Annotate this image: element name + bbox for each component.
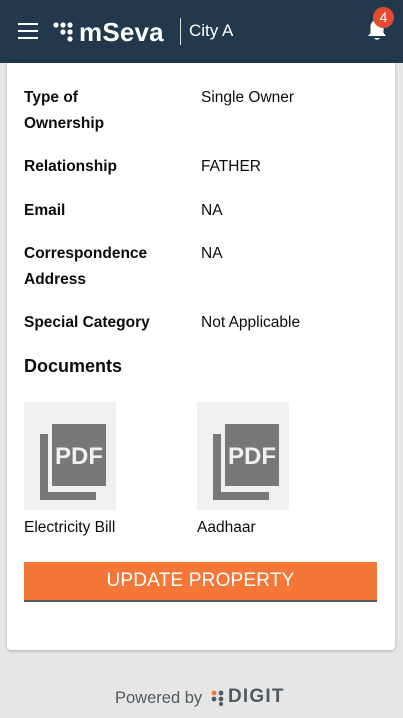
top-app-bar: mSeva City A 4 — [0, 0, 403, 63]
detail-value: Single Owner — [201, 89, 295, 106]
detail-label: Relationship — [24, 158, 118, 175]
detail-label: Special Category — [24, 314, 150, 331]
digit-logo-mark-icon — [211, 690, 224, 706]
document-electricity-bill[interactable]: PDF Electricity Bill — [24, 402, 164, 536]
document-aadhaar[interactable]: PDF Aadhaar — [197, 402, 337, 536]
document-thumbnail[interactable]: PDF — [197, 402, 289, 510]
detail-value: NA — [201, 245, 223, 262]
header-divider — [180, 18, 181, 45]
pdf-icon: PDF — [40, 424, 106, 500]
mseva-logo-mark-icon — [53, 22, 73, 42]
pdf-icon: PDF — [213, 424, 279, 500]
svg-text:PDF: PDF — [228, 443, 276, 470]
mseva-logo: mSeva — [53, 17, 164, 47]
footer: Powered by DIGIT — [0, 686, 403, 712]
notification-count-badge: 4 — [373, 7, 394, 28]
detail-label-line: Type of — [24, 89, 78, 106]
detail-label-line: Address — [24, 271, 87, 288]
digit-brand-text: DIGIT — [228, 686, 285, 707]
detail-label-line: Ownership — [24, 115, 105, 132]
detail-label: Type of Ownership — [24, 85, 184, 137]
document-name: Electricity Bill — [24, 519, 116, 536]
detail-label: Correspondence Address — [24, 241, 184, 293]
document-thumbnail[interactable]: PDF — [24, 402, 116, 510]
detail-value: NA — [201, 202, 223, 219]
powered-by-text: Powered by — [115, 689, 203, 707]
city-name: City A — [189, 21, 234, 40]
detail-label: Email — [24, 202, 66, 219]
update-property-button[interactable]: UPDATE PROPERTY — [24, 562, 377, 602]
logo-text: mSeva — [79, 16, 164, 47]
detail-label-line: Correspondence — [24, 245, 148, 262]
property-details-card: Type of Ownership Single Owner Relations… — [7, 63, 395, 650]
hamburger-menu-icon[interactable] — [18, 23, 38, 39]
documents-heading: Documents — [24, 356, 123, 376]
document-name: Aadhaar — [197, 519, 256, 536]
detail-value: Not Applicable — [201, 314, 301, 331]
svg-text:PDF: PDF — [55, 443, 103, 470]
detail-value: FATHER — [201, 158, 261, 175]
